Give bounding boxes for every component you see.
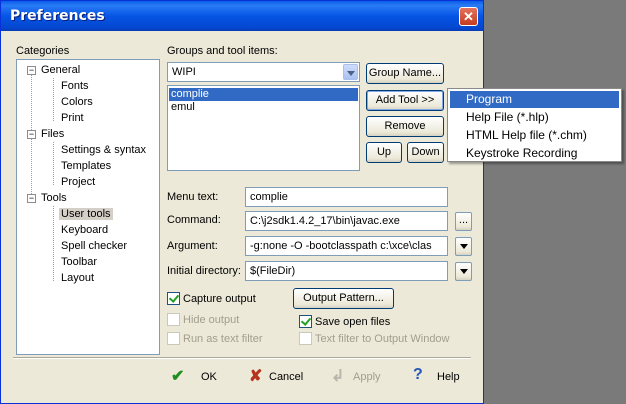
tree-item-project[interactable]: Project [61,176,95,188]
save-open-files-label[interactable]: Save open files [315,316,390,328]
tree-item-fonts[interactable]: Fonts [61,80,89,92]
list-item[interactable]: complie [169,88,358,101]
argument-dropdown-icon[interactable] [455,237,472,256]
group-name-button[interactable]: Group Name... [366,63,444,84]
text-filter-output-label: Text filter to Output Window [315,333,450,345]
argument-label: Argument: [167,240,218,252]
menu-item-program[interactable]: Program [450,91,619,108]
apply-label: Apply [353,371,381,383]
add-tool-button[interactable]: Add Tool >> [366,90,444,111]
argument-value: -g:none -O -bootclasspath c:\xce\clas [250,240,432,252]
group-combo-value: WIPI [172,66,196,78]
close-button[interactable]: ✕ [459,7,478,26]
help-button[interactable]: ? Help [411,365,467,389]
tree-item-general[interactable]: General [41,64,80,76]
cancel-button[interactable]: ✘ Cancel [247,365,309,389]
command-label: Command: [167,214,221,226]
window-title: Preferences [10,8,105,24]
tree-item-user-tools[interactable]: User tools [59,208,113,220]
initial-directory-field[interactable]: $(FileDir) [245,261,448,281]
text-filter-output-checkbox[interactable] [299,332,312,345]
tree-item-settings-syntax[interactable]: Settings & syntax [61,144,146,156]
apply-arrow-icon: ↲ [331,368,345,385]
command-value: C:\j2sdk1.4.2_17\bin\javac.exe [250,215,400,227]
expander-tools[interactable]: − [27,194,36,203]
tree-item-layout[interactable]: Layout [61,272,94,284]
list-item[interactable]: emul [169,101,358,114]
add-tool-menu: Program Help File (*.hlp) HTML Help file… [447,88,622,162]
run-as-text-filter-label: Run as text filter [183,333,263,345]
remove-button[interactable]: Remove [366,116,444,137]
title-bar[interactable]: Preferences ✕ [1,1,483,31]
tree-item-colors[interactable]: Colors [61,96,93,108]
output-pattern-button[interactable]: Output Pattern... [293,288,394,309]
capture-output-checkbox[interactable] [167,292,180,305]
chevron-down-icon[interactable] [343,64,358,80]
x-icon: ✘ [249,368,263,385]
initial-directory-value: $(FileDir) [250,265,296,277]
groups-label: Groups and tool items: [167,45,278,57]
tree-item-toolbar[interactable]: Toolbar [61,256,97,268]
hide-output-checkbox[interactable] [167,313,180,326]
checkmark-icon: ✔ [171,368,185,385]
tool-items-list[interactable]: complie emul [167,85,360,171]
initial-directory-dropdown-icon[interactable] [455,262,472,281]
expander-files[interactable]: − [27,130,36,139]
tree-item-templates[interactable]: Templates [61,160,111,172]
command-field[interactable]: C:\j2sdk1.4.2_17\bin\javac.exe [245,211,448,231]
hide-output-label: Hide output [183,314,240,326]
ok-label: OK [201,371,217,383]
down-button[interactable]: Down [407,142,444,163]
menu-item-html-help-file[interactable]: HTML Help file (*.chm) [450,127,619,144]
apply-button[interactable]: ↲ Apply [331,365,387,389]
cancel-label: Cancel [269,371,304,383]
tree-item-keyboard[interactable]: Keyboard [61,224,108,236]
menu-text-value: complie [250,191,288,203]
save-open-files-checkbox[interactable] [299,315,312,328]
preferences-dialog: Preferences ✕ Categories − General Fonts… [0,0,484,404]
menu-item-keystroke-recording[interactable]: Keystroke Recording [450,145,619,162]
categories-tree[interactable]: − General Fonts Colors Print − Files Set… [16,59,160,355]
help-label: Help [437,371,460,383]
tree-item-print[interactable]: Print [61,112,84,124]
group-combo[interactable]: WIPI [167,62,360,82]
ok-button[interactable]: ✔ OK [169,365,229,389]
menu-text-label: Menu text: [167,191,219,203]
menu-text-field[interactable]: complie [245,187,448,207]
argument-field[interactable]: -g:none -O -bootclasspath c:\xce\clas [245,236,448,256]
browse-button[interactable]: ... [455,212,472,231]
run-as-text-filter-checkbox[interactable] [167,332,180,345]
expander-general[interactable]: − [27,66,36,75]
tree-item-files[interactable]: Files [41,128,64,140]
up-button[interactable]: Up [366,142,402,163]
close-icon: ✕ [463,9,474,24]
initial-directory-label: Initial directory: [167,265,241,277]
capture-output-label[interactable]: Capture output [183,293,256,305]
tree-item-spell-checker[interactable]: Spell checker [61,240,127,252]
tree-item-tools[interactable]: Tools [41,192,67,204]
footer-separator [13,357,471,359]
menu-item-help-file[interactable]: Help File (*.hlp) [450,109,619,126]
categories-label: Categories [16,45,70,57]
question-icon: ? [413,366,423,383]
